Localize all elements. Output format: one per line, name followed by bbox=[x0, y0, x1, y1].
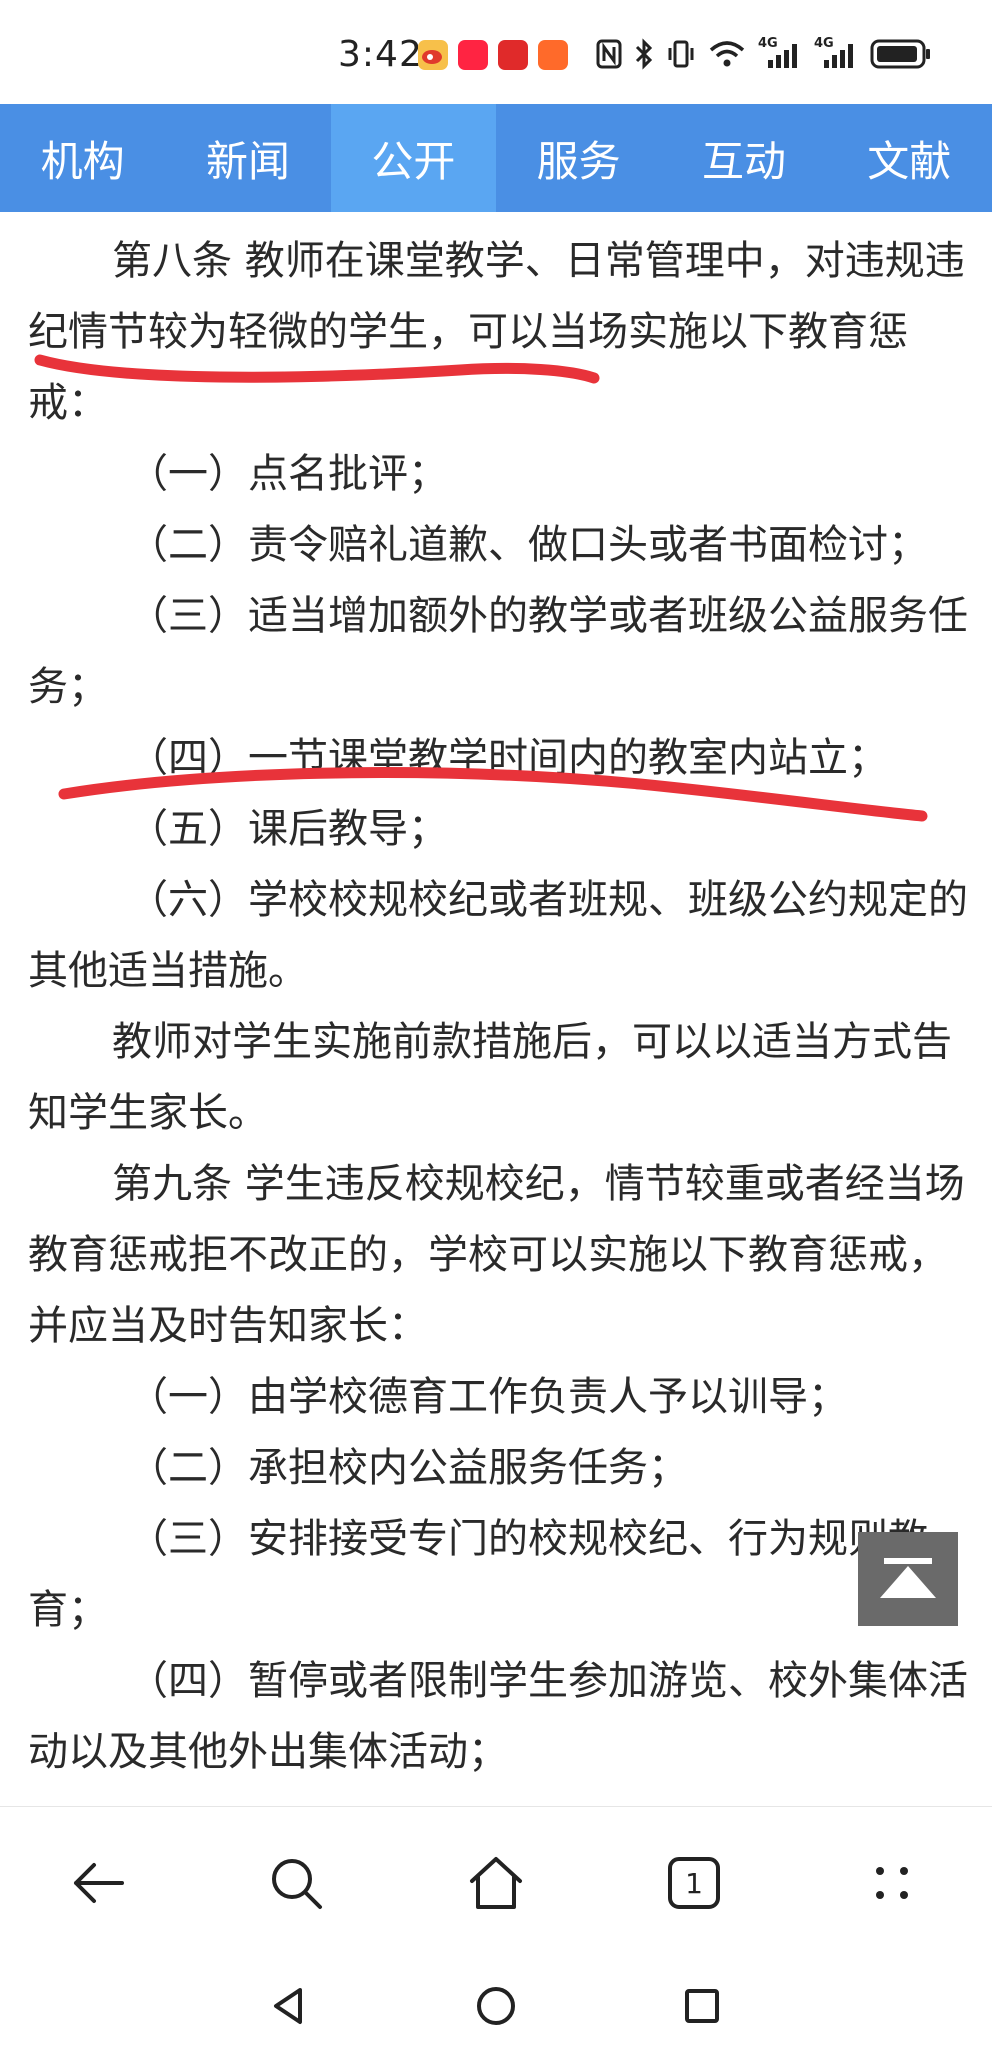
article-8-item: （五）课后教导； bbox=[128, 806, 448, 852]
status-time: 3:42 bbox=[338, 34, 423, 75]
article-9-item: （一）由学校德育工作负责人予以训导； bbox=[128, 1374, 848, 1420]
nfc-icon bbox=[596, 39, 622, 69]
article-8-item: （一）点名批评； bbox=[128, 451, 448, 497]
app-red-icon bbox=[498, 40, 528, 70]
article-9-item: （三）安排接受专门的校规校纪、行为规则教育； bbox=[28, 1516, 928, 1633]
recents-square-icon bbox=[685, 1989, 719, 2023]
system-recents-button[interactable] bbox=[672, 1976, 732, 2036]
xiaohongshu-icon bbox=[458, 40, 488, 70]
article-9-item: （四）暂停或者限制学生参加游览、校外集体活动以及其他外出集体活动； bbox=[28, 1658, 968, 1775]
tabs-button[interactable]: 1 bbox=[654, 1843, 734, 1923]
app-orange-icon bbox=[538, 40, 568, 70]
back-arrow-icon bbox=[74, 1863, 124, 1903]
home-icon bbox=[470, 1857, 522, 1909]
system-nav-bar bbox=[0, 1956, 992, 2048]
weibo-icon bbox=[418, 40, 448, 70]
system-back-button[interactable] bbox=[258, 1976, 318, 2036]
nav-tab-xinwen[interactable]: 新闻 bbox=[165, 104, 330, 212]
nav-tab-fuwu[interactable]: 服务 bbox=[496, 104, 661, 212]
article-9-item: （二）承担校内公益服务任务； bbox=[128, 1445, 688, 1491]
nav-tab-hudong[interactable]: 互动 bbox=[661, 104, 826, 212]
back-triangle-icon bbox=[274, 1988, 302, 2024]
article-8-item: （三）适当增加额外的教学或者班级公益服务任务； bbox=[28, 593, 968, 710]
arrow-up-icon bbox=[880, 1558, 936, 1598]
top-nav: 机构 新闻 公开 服务 互动 文献 bbox=[0, 104, 992, 212]
back-button[interactable] bbox=[58, 1843, 138, 1923]
article-text: 第八条 教师在课堂教学、日常管理中，对违规违纪情节较为轻微的学生，可以当场实施以… bbox=[0, 212, 992, 1788]
back-to-top-button[interactable] bbox=[858, 1532, 958, 1626]
tab-count: 1 bbox=[685, 1866, 703, 1900]
more-button[interactable] bbox=[852, 1843, 932, 1923]
nav-tab-wenxian[interactable]: 文献 bbox=[827, 104, 992, 212]
search-icon bbox=[272, 1859, 322, 1909]
signal-4g-icon: 4G bbox=[814, 36, 858, 70]
system-icons: 4G 4G bbox=[596, 36, 932, 70]
more-icon bbox=[876, 1867, 908, 1899]
search-button[interactable] bbox=[256, 1843, 336, 1923]
wifi-icon bbox=[709, 41, 745, 67]
notification-icons bbox=[418, 40, 568, 70]
article-8-text: 第八条 教师在课堂教学、日常管理中，对违规违纪情节较为轻微的学生，可以当场实施以… bbox=[28, 238, 965, 426]
article-body: 第八条 教师在课堂教学、日常管理中，对违规违纪情节较为轻微的学生，可以当场实施以… bbox=[0, 212, 992, 1806]
system-home-button[interactable] bbox=[466, 1976, 526, 2036]
nav-tab-jigou[interactable]: 机构 bbox=[0, 104, 165, 212]
tabs-icon: 1 bbox=[666, 1855, 722, 1911]
article-8-item: （四）一节课堂教学时间内的教室内站立； bbox=[128, 735, 888, 781]
article-8-note: 教师对学生实施前款措施后，可以以适当方式告知学生家长。 bbox=[28, 1019, 952, 1136]
bluetooth-icon bbox=[635, 38, 653, 70]
article-8-item: （六）学校校规校纪或者班规、班级公约规定的其他适当措施。 bbox=[28, 877, 968, 994]
nav-tab-gongkai[interactable]: 公开 bbox=[330, 104, 496, 212]
status-bar: 3:42 4G 4G bbox=[0, 0, 992, 104]
home-circle-icon bbox=[477, 1987, 515, 2025]
signal-4g-icon: 4G bbox=[758, 36, 802, 70]
browser-toolbar: 1 bbox=[0, 1806, 992, 1957]
vibrate-icon bbox=[668, 40, 694, 68]
home-button[interactable] bbox=[456, 1843, 536, 1923]
article-8-item: （二）责令赔礼道歉、做口头或者书面检讨； bbox=[128, 522, 928, 568]
article-9-text: 第九条 学生违反校规校纪，情节较重或者经当场教育惩戒拒不改正的，学校可以实施以下… bbox=[28, 1161, 965, 1349]
battery-icon bbox=[870, 39, 930, 69]
